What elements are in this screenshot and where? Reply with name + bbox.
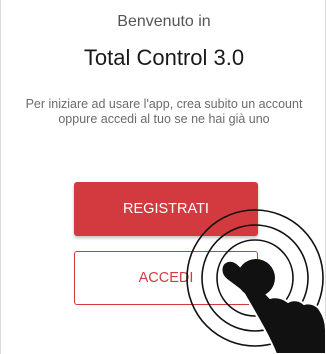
register-button[interactable]: REGISTRATI	[74, 182, 258, 236]
welcome-screen: Benvenuto in Total Control 3.0 Per inizi…	[0, 0, 326, 354]
login-button-label: ACCEDI	[138, 270, 194, 286]
welcome-greeting: Benvenuto in	[117, 13, 211, 30]
register-button-label: REGISTRATI	[123, 201, 209, 217]
intro-text: Per iniziare ad usare l'app, crea subito…	[25, 97, 303, 126]
app-title: Total Control 3.0	[83, 45, 245, 70]
login-button[interactable]: ACCEDI	[74, 251, 258, 305]
